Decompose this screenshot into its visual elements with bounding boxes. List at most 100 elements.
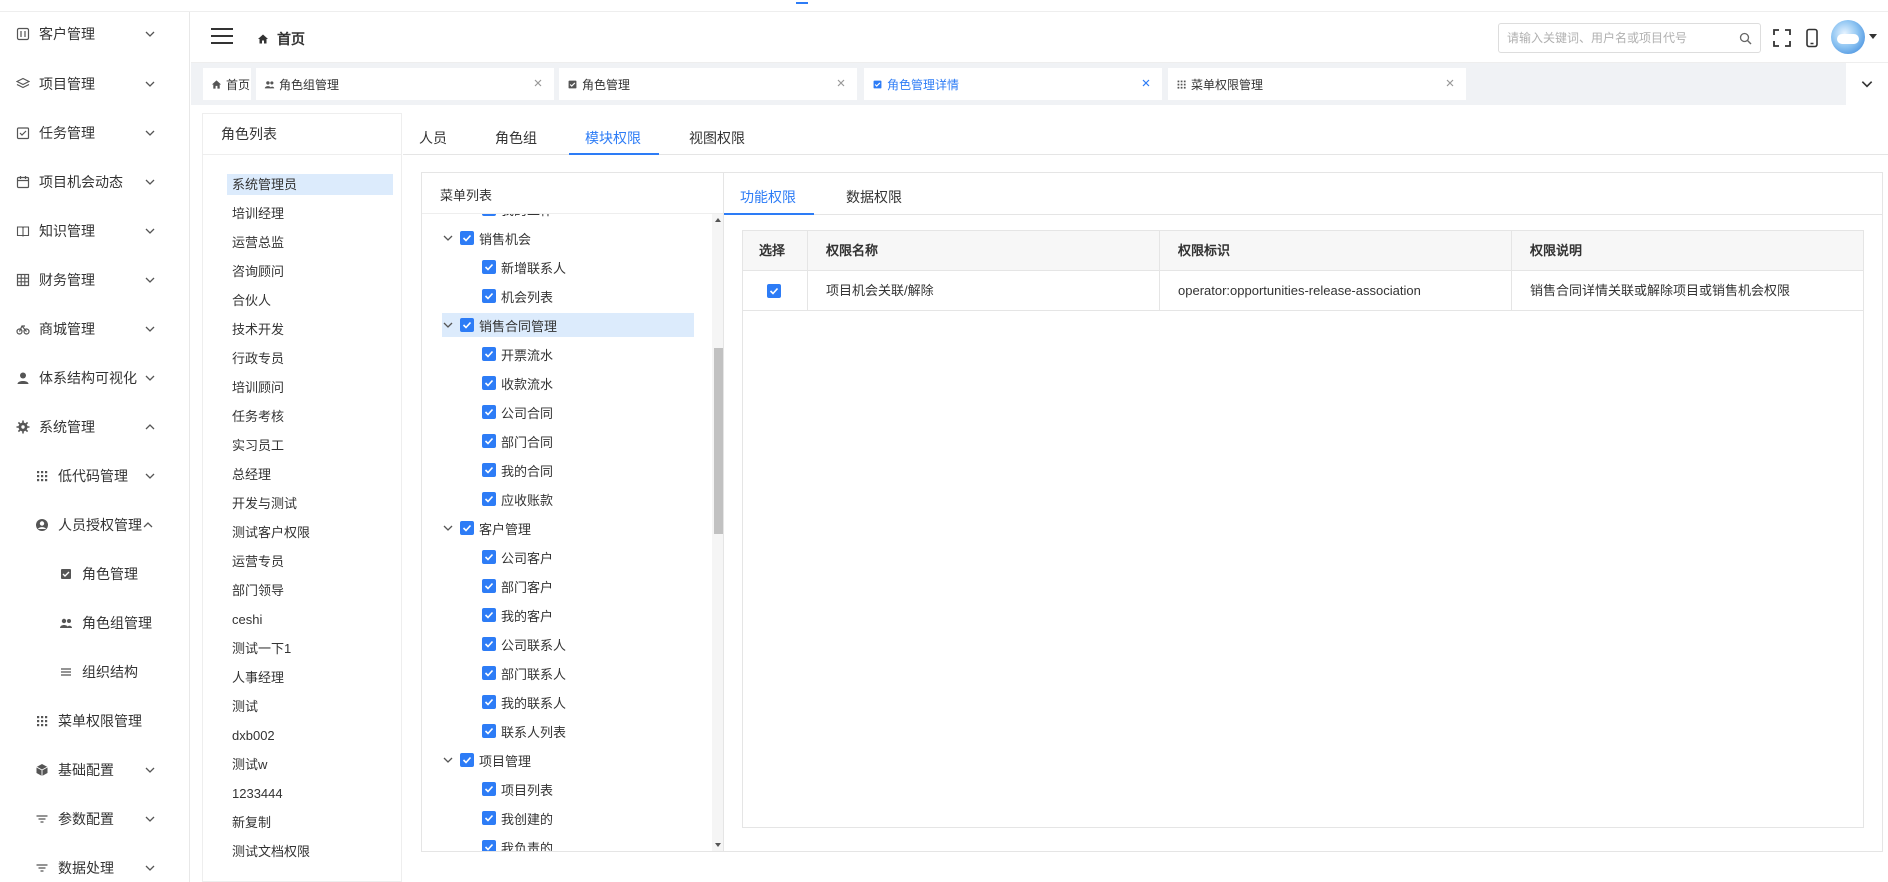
tree-item[interactable]: 应收账款 — [482, 487, 553, 511]
tree-item[interactable]: 项目列表 — [482, 777, 553, 801]
sidebar-item-task[interactable]: 任务管理 — [0, 113, 189, 153]
sidebar-item-basic-config[interactable]: 基础配置 — [0, 750, 189, 790]
sidebar-item-data-processing[interactable]: 数据处理 — [0, 848, 189, 882]
tab-data-permission[interactable]: 数据权限 — [846, 187, 902, 207]
sidebar-item-param-config[interactable]: 参数配置 — [0, 799, 189, 839]
tree-checkbox[interactable] — [482, 637, 496, 651]
tree-checkbox[interactable] — [482, 782, 496, 796]
tree-item[interactable]: 我的客户 — [482, 603, 553, 627]
role-item[interactable]: ceshi — [227, 609, 393, 630]
tree-checkbox[interactable] — [460, 231, 474, 245]
tree-item[interactable]: 我的工作 — [482, 214, 553, 221]
tree-checkbox[interactable] — [482, 724, 496, 738]
tree-checkbox[interactable] — [482, 811, 496, 825]
tree-item[interactable]: 收款流水 — [482, 371, 553, 395]
role-item[interactable]: 测试一下1 — [227, 638, 393, 659]
chevron-down-icon[interactable] — [442, 232, 454, 244]
tree-checkbox[interactable] — [482, 608, 496, 622]
tree-checkbox[interactable] — [460, 521, 474, 535]
mobile-icon[interactable] — [1802, 28, 1822, 48]
role-item[interactable]: 新复制 — [227, 812, 393, 833]
tab-function-permission[interactable]: 功能权限 — [740, 187, 796, 207]
tabs-more-button[interactable] — [1846, 63, 1888, 105]
role-item[interactable]: 行政专员 — [227, 348, 393, 369]
tree-checkbox[interactable] — [482, 214, 496, 216]
tree-item[interactable]: 部门合同 — [482, 429, 553, 453]
close-icon[interactable] — [835, 77, 847, 89]
tree-checkbox[interactable] — [482, 463, 496, 477]
sidebar-item-role-group-management[interactable]: 角色组管理 — [0, 603, 189, 643]
row-checkbox[interactable] — [767, 284, 781, 298]
avatar[interactable] — [1831, 20, 1865, 54]
role-item[interactable]: 人事经理 — [227, 667, 393, 688]
sidebar-item-role-management[interactable]: 角色管理 — [0, 554, 189, 594]
tab-view-permission[interactable]: 视图权限 — [689, 128, 745, 148]
tree-item[interactable]: 公司合同 — [482, 400, 553, 424]
tree-item[interactable]: 部门联系人 — [482, 661, 566, 685]
role-item[interactable]: 合伙人 — [227, 290, 393, 311]
role-item[interactable]: 培训经理 — [227, 203, 393, 224]
role-item[interactable]: 1233444 — [227, 783, 393, 804]
sidebar-item-lowcode[interactable]: 低代码管理 — [0, 456, 189, 496]
tree-checkbox[interactable] — [482, 376, 496, 390]
role-item[interactable]: 培训顾问 — [227, 377, 393, 398]
tree-checkbox[interactable] — [482, 405, 496, 419]
search-input[interactable] — [1499, 24, 1729, 52]
tree-item[interactable]: 公司客户 — [482, 545, 553, 569]
tree-checkbox[interactable] — [482, 840, 496, 851]
fullscreen-icon[interactable] — [1772, 28, 1792, 48]
tree-item[interactable]: 联系人列表 — [482, 719, 566, 743]
sidebar-item-org-structure[interactable]: 组织结构 — [0, 652, 189, 692]
tree-item[interactable]: 我创建的 — [482, 806, 553, 830]
tree-item[interactable]: 部门客户 — [482, 574, 553, 598]
table-row[interactable]: 项目机会关联/解除 operator:opportunities-release… — [743, 271, 1863, 311]
sidebar-item-finance[interactable]: 财务管理 — [0, 260, 189, 300]
close-icon[interactable] — [532, 77, 544, 89]
tree-item[interactable]: 公司联系人 — [482, 632, 566, 656]
sidebar-item-system[interactable]: 系统管理 — [0, 407, 189, 447]
breadcrumb[interactable]: 首页 — [257, 29, 305, 49]
tree-checkbox[interactable] — [482, 550, 496, 564]
sidebar-item-customer[interactable]: 客户管理 — [0, 14, 189, 54]
tab-role-group[interactable]: 角色组管理 — [256, 68, 554, 100]
tree-item[interactable]: 机会列表 — [482, 284, 553, 308]
role-item[interactable]: 任务考核 — [227, 406, 393, 427]
tree-checkbox[interactable] — [482, 289, 496, 303]
role-item[interactable]: 总经理 — [227, 464, 393, 485]
caret-down-icon[interactable] — [1869, 34, 1877, 39]
tab-role-detail[interactable]: 角色管理详情 — [864, 68, 1162, 100]
tree-item[interactable]: 新增联系人 — [482, 255, 566, 279]
sidebar-item-knowledge[interactable]: 知识管理 — [0, 211, 189, 251]
tab-role-group[interactable]: 角色组 — [495, 128, 537, 148]
tree-checkbox[interactable] — [482, 492, 496, 506]
role-item[interactable]: 系统管理员 — [227, 174, 393, 195]
sidebar-item-menu-permission[interactable]: 菜单权限管理 — [0, 701, 189, 741]
tree-group[interactable]: 项目管理 — [442, 748, 531, 772]
sidebar-item-authorization[interactable]: 人员授权管理 — [0, 505, 189, 545]
role-item[interactable]: 测试文档权限 — [227, 841, 393, 862]
tab-home[interactable]: 首页 — [203, 68, 251, 100]
role-item[interactable]: 测试w — [227, 754, 393, 775]
tab-people[interactable]: 人员 — [419, 128, 447, 148]
close-icon[interactable] — [1140, 77, 1152, 89]
tab-module-permission[interactable]: 模块权限 — [585, 128, 641, 148]
tree-checkbox[interactable] — [482, 260, 496, 274]
tree-checkbox[interactable] — [482, 579, 496, 593]
role-item[interactable]: 开发与测试 — [227, 493, 393, 514]
tree-group[interactable]: 销售合同管理 — [442, 313, 694, 337]
tree-group[interactable]: 客户管理 — [442, 516, 531, 540]
role-item[interactable]: dxb002 — [227, 725, 393, 746]
role-item[interactable]: 运营总监 — [227, 232, 393, 253]
tree-checkbox[interactable] — [460, 753, 474, 767]
tab-role-management[interactable]: 角色管理 — [559, 68, 857, 100]
chevron-down-icon[interactable] — [442, 319, 454, 331]
role-item[interactable]: 技术开发 — [227, 319, 393, 340]
tree-item[interactable]: 开票流水 — [482, 342, 553, 366]
search-icon[interactable] — [1739, 32, 1752, 45]
role-item[interactable]: 测试 — [227, 696, 393, 717]
role-item[interactable]: 实习员工 — [227, 435, 393, 456]
role-item[interactable]: 运营专员 — [227, 551, 393, 572]
tree-checkbox[interactable] — [482, 347, 496, 361]
chevron-down-icon[interactable] — [442, 522, 454, 534]
role-item[interactable]: 测试客户权限 — [227, 522, 393, 543]
